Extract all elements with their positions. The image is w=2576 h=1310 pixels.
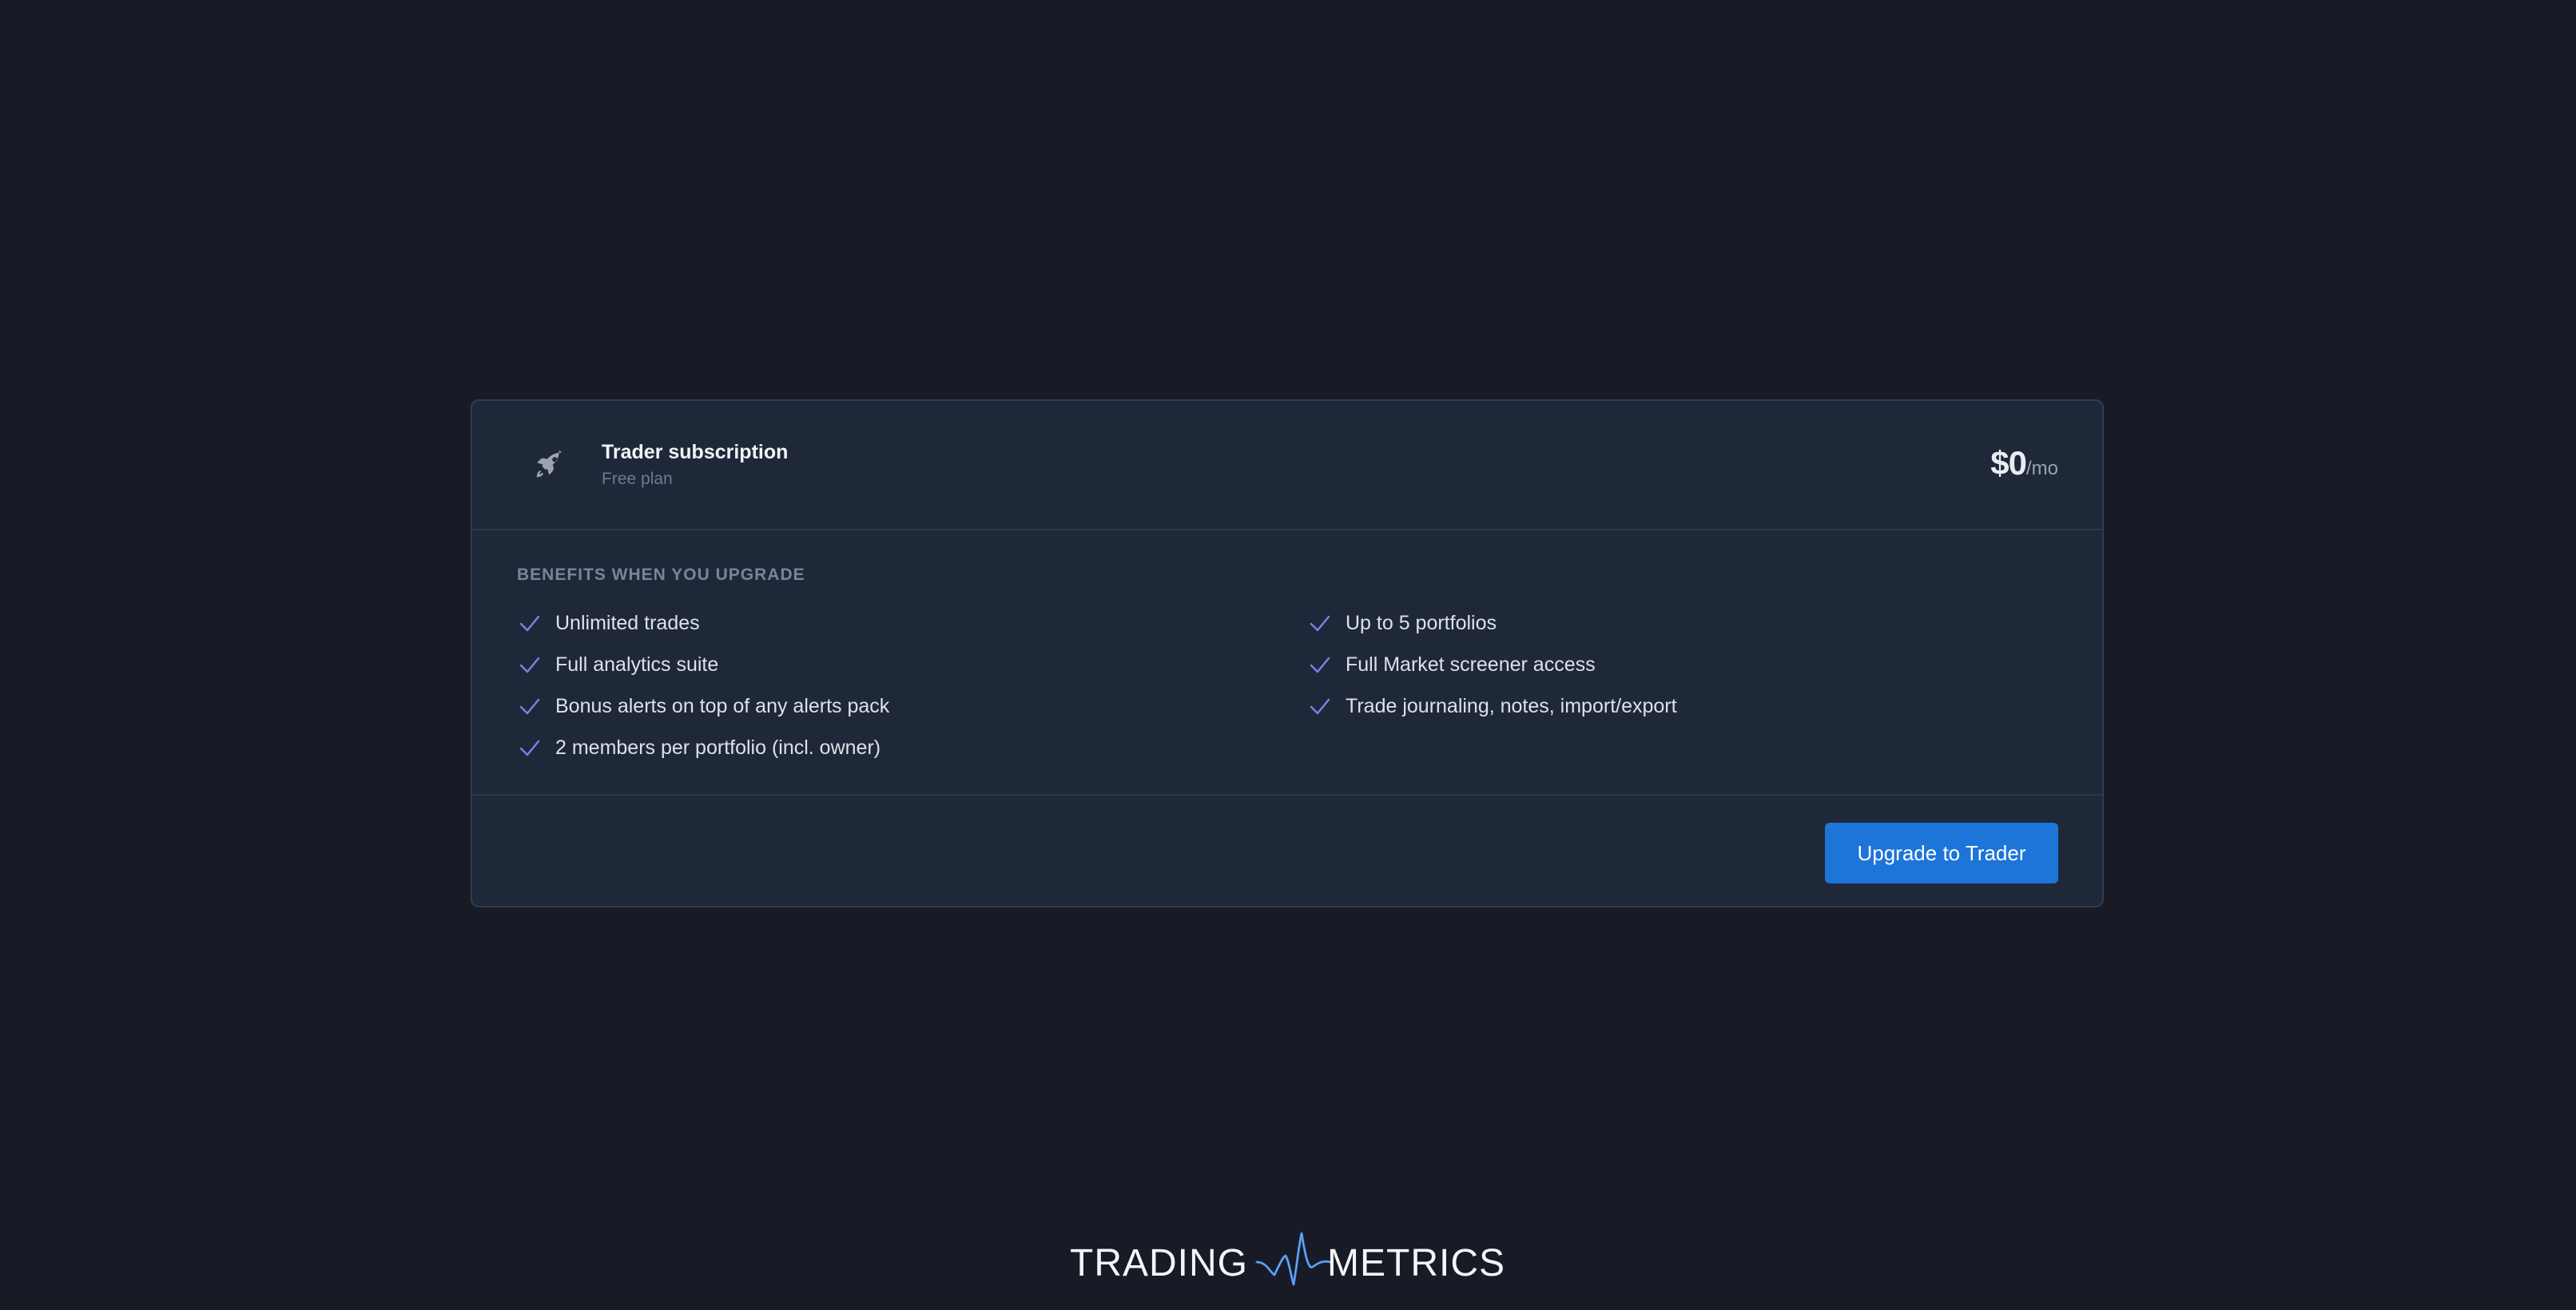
upgrade-button[interactable]: Upgrade to Trader	[1825, 823, 2058, 883]
price-period: /mo	[2025, 458, 2058, 479]
benefit-text: Up to 5 portfolios	[1346, 612, 1497, 634]
benefits-section: BENEFITS WHEN YOU UPGRADE Unlimited trad…	[472, 530, 2102, 796]
benefit-text: Full analytics suite	[555, 653, 719, 676]
plan-title: Trader subscription	[602, 441, 789, 463]
price: $0/mo	[1990, 444, 2058, 482]
check-icon	[519, 657, 540, 673]
check-icon	[1310, 615, 1330, 632]
check-icon	[1310, 657, 1330, 673]
rocket-icon	[536, 450, 563, 478]
pulse-wave-icon	[1255, 1232, 1332, 1286]
check-icon	[519, 740, 540, 756]
benefit-text: Trade journaling, notes, import/export	[1346, 695, 1677, 717]
price-amount: $0	[1990, 444, 2027, 482]
check-icon	[1310, 698, 1330, 715]
benefit-text: Bonus alerts on top of any alerts pack	[555, 695, 890, 717]
check-icon	[519, 698, 540, 715]
benefits-heading: BENEFITS WHEN YOU UPGRADE	[517, 566, 805, 584]
plan-subtitle: Free plan	[602, 470, 673, 488]
check-icon	[519, 615, 540, 632]
subscription-card: Trader subscription Free plan $0/mo BENE…	[471, 399, 2104, 907]
card-footer: Upgrade to Trader	[472, 796, 2102, 906]
benefit-text: 2 members per portfolio (incl. owner)	[555, 736, 881, 759]
benefit-text: Full Market screener access	[1346, 653, 1596, 676]
logo-text-left: TRADING	[1070, 1242, 1248, 1284]
plan-header: Trader subscription Free plan $0/mo	[472, 401, 2102, 530]
logo-text-right: METRICS	[1327, 1242, 1505, 1284]
benefit-text: Unlimited trades	[555, 612, 700, 634]
